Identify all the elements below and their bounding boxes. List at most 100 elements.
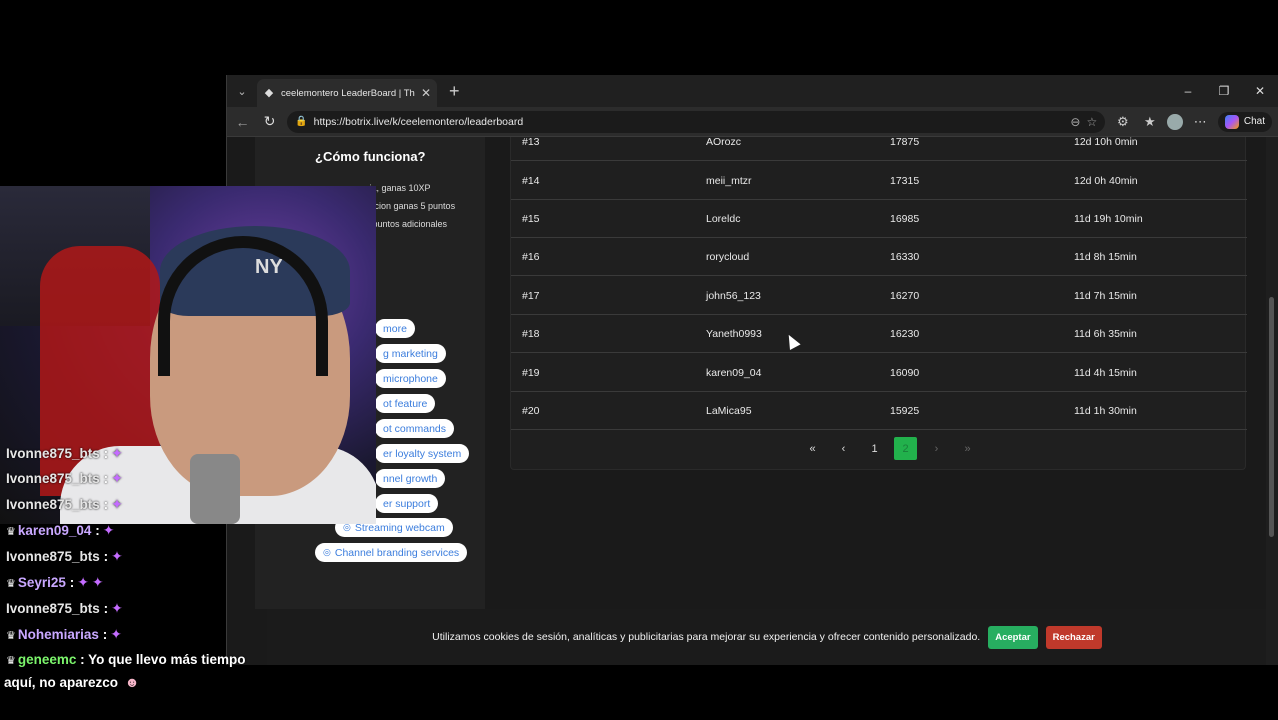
points-cell: 16270 <box>890 290 920 302</box>
microphone-icon <box>190 454 240 524</box>
user-cell: meii_mtzr <box>706 175 752 187</box>
table-row: #20 LaMica95 15925 11d 1h 30min <box>511 392 1247 430</box>
tag-chip[interactable]: ot feature <box>375 394 436 413</box>
tab-title: ceelemontero LeaderBoard | The b <box>281 87 415 99</box>
emote-icon: ✦ <box>111 470 123 486</box>
table-row: #15 Loreldc 16985 11d 19h 10min <box>511 200 1247 238</box>
emote-icon: ✦ <box>102 522 115 538</box>
rank-cell: #16 <box>522 251 540 263</box>
tag-chip[interactable]: microphone <box>375 369 446 388</box>
rank-cell: #15 <box>522 213 540 225</box>
chip-label: more <box>383 322 407 335</box>
chat-username: Nohemiarias <box>17 627 99 642</box>
leaderboard-table: #13 AOrozc 17875 12d 10h 0min #14 meii_m… <box>510 137 1247 470</box>
url-text[interactable]: https://botrix.live/k/ceelemontero/leade… <box>314 116 1065 128</box>
points-cell: 17315 <box>890 175 920 187</box>
page-2-button[interactable]: 2 <box>894 437 917 460</box>
close-window-button[interactable]: ✕ <box>1242 75 1278 107</box>
cookie-text: Utilizamos cookies de sesión, analíticas… <box>432 631 981 643</box>
favorites-icon[interactable]: ★ <box>1140 114 1159 130</box>
points-cell: 16330 <box>890 251 920 263</box>
minimize-button[interactable]: – <box>1170 75 1206 107</box>
emote-icon: ✦ <box>91 574 104 590</box>
emote-icon: ✦ <box>77 574 89 590</box>
rank-cell: #13 <box>522 137 540 148</box>
tag-chip[interactable]: more <box>375 319 415 338</box>
close-tab-icon[interactable]: ✕ <box>421 86 431 100</box>
zoom-icon[interactable]: ⊖ <box>1070 115 1080 129</box>
chat-username: karen09_04 <box>17 523 92 538</box>
chat-text: : <box>103 601 109 616</box>
chat-username: Ivonne875_bts <box>6 549 100 564</box>
tag-chip[interactable]: ot commands <box>375 419 455 438</box>
emote-icon: ✦ <box>111 496 123 512</box>
last-page-button[interactable]: » <box>956 437 979 460</box>
accept-cookies-button[interactable]: Aceptar <box>988 625 1038 649</box>
chat-username: geneemc <box>17 652 77 667</box>
crown-badge-icon: ♛ <box>6 578 16 590</box>
emote-icon: ✦ <box>111 600 123 616</box>
chip-label: er loyalty system <box>383 447 462 460</box>
crown-badge-icon: ♛ <box>6 526 16 538</box>
user-cell: AOrozc <box>706 137 742 148</box>
heart-eyes-emoji-icon: ☻ <box>124 674 140 690</box>
extensions-icon[interactable]: ⚙ <box>1113 114 1132 130</box>
page-scrollbar[interactable] <box>1266 137 1278 665</box>
back-icon[interactable]: ← <box>233 114 252 130</box>
site-favicon-icon: ◆ <box>264 87 274 99</box>
scrollbar-thumb[interactable] <box>1269 297 1274 537</box>
browser-tab[interactable]: ◆ ceelemontero LeaderBoard | The b ✕ <box>257 79 437 107</box>
time-cell: 12d 10h 0min <box>1074 137 1138 148</box>
chip-label: er support <box>383 497 431 510</box>
time-cell: 11d 7h 15min <box>1074 290 1137 302</box>
tab-list-button[interactable]: ⌄ <box>227 75 257 107</box>
first-page-button[interactable]: « <box>801 437 824 460</box>
chip-label: g marketing <box>383 347 438 360</box>
next-page-button[interactable]: › <box>925 437 948 460</box>
chat-username: Ivonne875_bts <box>6 601 100 616</box>
address-bar[interactable]: 🔒 https://botrix.live/k/ceelemontero/lea… <box>287 110 1106 133</box>
table-row: #18 Yaneth0993 16230 11d 6h 35min <box>511 315 1247 353</box>
copilot-chat-button[interactable]: Chat <box>1217 111 1272 132</box>
chat-message: ♛ Nohemiarias : ✦ <box>6 626 122 643</box>
points-cell: 17875 <box>890 137 920 148</box>
lock-icon[interactable]: 🔒 <box>295 116 307 127</box>
tag-chip[interactable]: er support <box>375 494 439 513</box>
rank-cell: #19 <box>522 367 540 379</box>
prev-page-button[interactable]: ‹ <box>832 437 855 460</box>
pagination: « ‹ 1 2 › » <box>801 437 979 460</box>
tag-chip[interactable]: g marketing <box>375 344 446 363</box>
profile-avatar[interactable] <box>1167 113 1183 130</box>
table-row: #16 rorycloud 16330 11d 8h 15min <box>511 238 1247 276</box>
chat-message: Ivonne875_bts : ✦ <box>6 445 123 462</box>
chat-text: : <box>103 549 109 564</box>
reload-icon[interactable]: ↻ <box>260 113 279 130</box>
reject-cookies-button[interactable]: Rechazar <box>1045 625 1102 649</box>
table-row: #19 karen09_04 16090 11d 4h 15min <box>511 354 1247 392</box>
chat-text: : <box>103 446 109 461</box>
time-cell: 11d 4h 15min <box>1074 367 1137 379</box>
more-menu-icon[interactable]: ⋯ <box>1191 114 1210 130</box>
crown-badge-icon: ♛ <box>6 630 16 642</box>
tag-chip[interactable]: nnel growth <box>375 469 446 488</box>
chip-label: microphone <box>383 372 438 385</box>
chat-message: ♛ karen09_04 : ✦ <box>6 522 114 539</box>
page-1-button[interactable]: 1 <box>863 437 886 460</box>
chat-username: Ivonne875_bts <box>6 497 100 512</box>
user-cell: LaMica95 <box>706 405 752 417</box>
emote-icon: ✦ <box>111 445 123 461</box>
how-it-works-title: ¿Cómo funciona? <box>315 149 426 164</box>
tab-bar: ⌄ ◆ ceelemontero LeaderBoard | The b ✕ +… <box>227 75 1278 107</box>
tag-chip[interactable]: ◎ Channel branding services <box>315 543 468 562</box>
new-tab-button[interactable]: + <box>449 81 460 102</box>
tag-chip[interactable]: er loyalty system <box>375 444 470 463</box>
rank-cell: #18 <box>522 328 540 340</box>
rank-cell: #14 <box>522 175 540 187</box>
copilot-icon <box>1224 114 1239 129</box>
circle-icon: ◎ <box>323 547 331 557</box>
restore-button[interactable]: ❐ <box>1206 75 1242 107</box>
table-row: #17 john56_123 16270 11d 7h 15min <box>511 277 1247 315</box>
chat-message: Ivonne875_bts : ✦ <box>6 496 123 513</box>
favorite-star-icon[interactable]: ☆ <box>1086 115 1097 129</box>
chat-message: Ivonne875_bts : ✦ <box>6 600 123 617</box>
